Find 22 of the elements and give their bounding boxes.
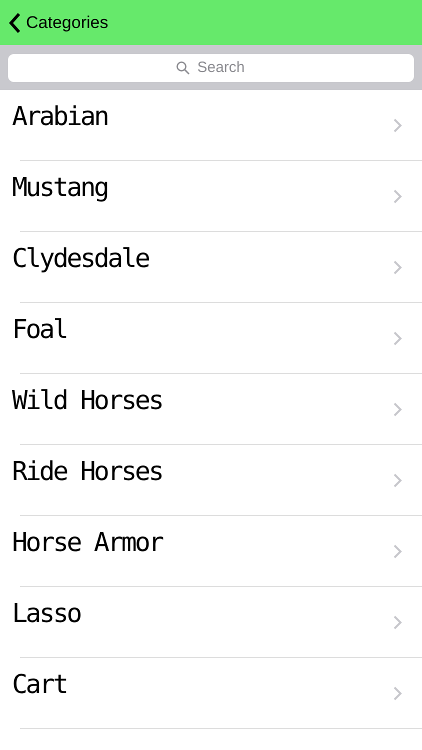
- chevron-icon: [393, 118, 402, 133]
- search-icon: [176, 60, 190, 74]
- back-chevron-icon: [8, 12, 22, 34]
- category-row[interactable]: Arabian: [0, 90, 422, 161]
- chevron-icon: [393, 331, 402, 346]
- category-row[interactable]: Mustang: [0, 161, 422, 232]
- search-field[interactable]: Search: [8, 54, 414, 82]
- chevron-icon: [393, 402, 402, 417]
- category-row[interactable]: Wild Horses: [0, 374, 422, 445]
- category-row[interactable]: Clydesdale: [0, 232, 422, 303]
- chevron-icon: [393, 615, 402, 630]
- chevron-icon: [393, 686, 402, 701]
- category-row[interactable]: Ride Horses: [0, 445, 422, 516]
- chevron-icon: [393, 544, 402, 559]
- chevron-icon: [393, 473, 402, 488]
- category-row[interactable]: Foal: [0, 303, 422, 374]
- category-row[interactable]: Cart: [0, 658, 422, 729]
- back-button[interactable]: Categories: [8, 10, 108, 36]
- category-row[interactable]: Horse Armor: [0, 516, 422, 587]
- chevron-icon: [393, 189, 402, 204]
- chevron-icon: [393, 260, 402, 275]
- category-row[interactable]: Lasso: [0, 587, 422, 658]
